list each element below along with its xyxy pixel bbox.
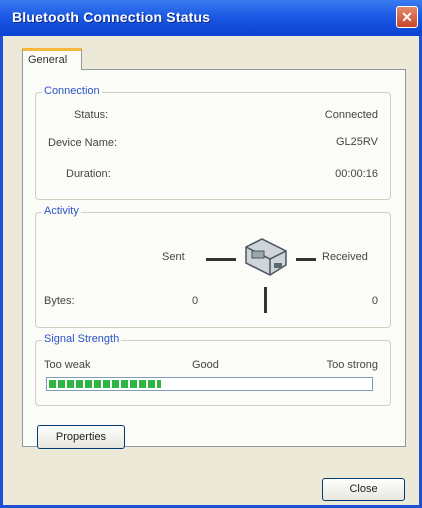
received-line: [296, 258, 316, 261]
tab-general-label: General: [28, 54, 68, 66]
properties-button[interactable]: Properties: [37, 425, 125, 449]
bluetooth-status-window: Bluetooth Connection Status ✕ General Co…: [0, 0, 422, 508]
signal-good-label: Good: [192, 359, 219, 371]
signal-strength-bar: [46, 377, 373, 391]
activity-group: Activity Sent Received Bytes: 0 0: [35, 205, 391, 328]
close-window-button[interactable]: ✕: [396, 6, 418, 28]
properties-button-label: Properties: [55, 431, 107, 443]
window-title: Bluetooth Connection Status: [12, 9, 211, 25]
signal-strength-fill: [49, 380, 161, 388]
signal-strength-title: Signal Strength: [42, 333, 122, 345]
close-button[interactable]: Close: [322, 478, 405, 501]
signal-too-weak-label: Too weak: [44, 359, 91, 371]
connection-title: Connection: [42, 85, 102, 97]
general-panel: Connection Status: Connected Device Name…: [22, 69, 406, 449]
status-label: Status:: [74, 109, 109, 121]
bytes-sent-value: 0: [192, 295, 199, 307]
close-icon: ✕: [401, 9, 413, 25]
status-value: Connected: [324, 109, 378, 121]
activity-divider: [264, 287, 267, 313]
network-adapter-icon: [245, 238, 287, 276]
duration-label: Duration:: [66, 168, 111, 180]
duration-value: 00:00:16: [335, 168, 378, 180]
title-bar: Bluetooth Connection Status ✕: [0, 0, 422, 36]
bytes-received-value: 0: [371, 295, 378, 307]
device-name-value: GL25RV: [336, 136, 378, 148]
tab-general[interactable]: General: [22, 48, 82, 70]
bytes-label: Bytes:: [44, 295, 75, 307]
sent-line: [206, 258, 236, 261]
close-button-label: Close: [349, 483, 378, 495]
signal-strength-group: Signal Strength Too weak Good Too strong: [35, 333, 391, 406]
device-name-label: Device Name:: [48, 137, 118, 149]
activity-title: Activity: [42, 205, 81, 217]
connection-group: Connection Status: Connected Device Name…: [35, 85, 391, 200]
sent-label: Sent: [162, 251, 185, 263]
signal-too-strong-label: Too strong: [326, 359, 378, 371]
received-label: Received: [322, 251, 368, 263]
